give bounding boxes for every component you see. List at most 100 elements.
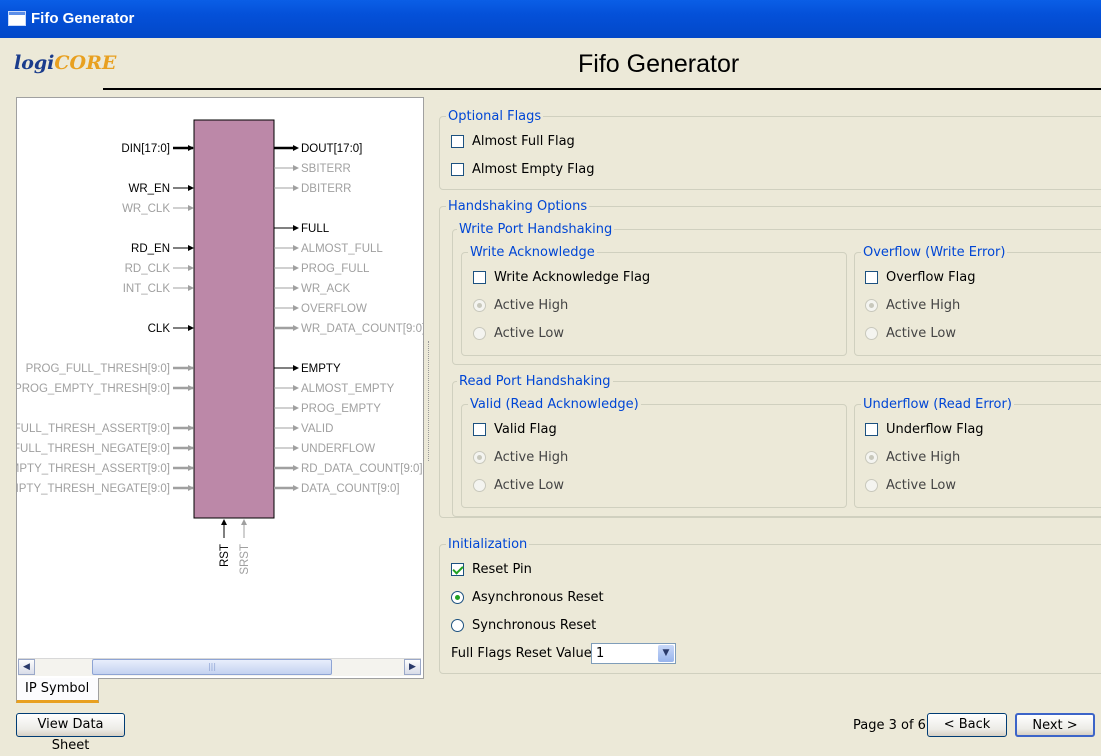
port-arrow-head bbox=[293, 405, 299, 411]
optional-flags-group bbox=[439, 116, 1101, 190]
page-title: Fifo Generator bbox=[578, 50, 740, 78]
output-port-label: SBITERR bbox=[301, 163, 351, 175]
checkbox-box[interactable] bbox=[451, 163, 464, 176]
checkbox-box[interactable] bbox=[473, 423, 486, 436]
async-reset-radio[interactable]: Asynchronous Reset bbox=[451, 590, 604, 606]
port-arrow-head bbox=[293, 165, 299, 171]
overflow-active-low-radio[interactable]: Active Low bbox=[865, 326, 956, 342]
port-arrow-head bbox=[221, 519, 227, 525]
input-port-label: PROG_FULL_THRESH_NEGATE[9:0] bbox=[17, 443, 170, 455]
checkbox-box[interactable] bbox=[451, 135, 464, 148]
input-port-label: INT_CLK bbox=[123, 283, 171, 295]
output-port-label: ALMOST_FULL bbox=[301, 243, 383, 255]
almost-empty-label: Almost Empty Flag bbox=[472, 162, 595, 177]
underflow-active-high-radio[interactable]: Active High bbox=[865, 450, 960, 466]
output-port-label: DBITERR bbox=[301, 183, 351, 195]
ip-symbol-panel: DIN[17:0] WR_EN WR_CLK RD_EN RD_CLK INT_CLK CL… bbox=[16, 97, 424, 679]
view-datasheet-button[interactable]: View Data Sheet bbox=[16, 713, 125, 753]
write-ack-checkbox[interactable]: Write Acknowledge Flag bbox=[473, 270, 650, 286]
radio-dot[interactable] bbox=[865, 479, 878, 492]
underflow-active-low-radio[interactable]: Active Low bbox=[865, 478, 956, 494]
handshaking-title: Handshaking Options bbox=[446, 199, 590, 214]
input-port-label: PROG_FULL_THRESH[9:0] bbox=[26, 363, 170, 375]
port-arrow-head bbox=[188, 385, 194, 391]
title-bar: Fifo Generator bbox=[0, 0, 1101, 38]
port-arrow-head bbox=[293, 305, 299, 311]
port-arrow-head bbox=[293, 325, 299, 331]
port-arrow-head bbox=[293, 145, 299, 151]
chevron-down-icon[interactable]: ▼ bbox=[658, 645, 674, 662]
symbol-horizontal-scrollbar[interactable]: ◀ ||| ▶ bbox=[18, 658, 421, 676]
sync-reset-radio[interactable]: Synchronous Reset bbox=[451, 618, 596, 634]
next-button[interactable]: Next > bbox=[1015, 713, 1095, 737]
radio-dot[interactable] bbox=[865, 327, 878, 340]
radio-dot[interactable] bbox=[473, 479, 486, 492]
radio-dot[interactable] bbox=[473, 327, 486, 340]
active-low-label: Active Low bbox=[886, 478, 956, 493]
radio-dot[interactable] bbox=[865, 299, 878, 312]
overflow-checkbox[interactable]: Overflow Flag bbox=[865, 270, 975, 286]
radio-dot[interactable] bbox=[473, 299, 486, 312]
panel-splitter[interactable] bbox=[423, 341, 429, 461]
full-flags-reset-value: 1 bbox=[596, 646, 605, 661]
port-arrow-head bbox=[293, 425, 299, 431]
port-arrow-head bbox=[188, 185, 194, 191]
almost-empty-checkbox[interactable]: Almost Empty Flag bbox=[451, 162, 594, 178]
output-port-label: UNDERFLOW bbox=[301, 443, 375, 455]
port-arrow-head bbox=[188, 325, 194, 331]
output-port-label: RD_DATA_COUNT[9:0] bbox=[301, 463, 423, 475]
scroll-thumb[interactable]: ||| bbox=[92, 659, 332, 675]
write-ack-active-high-radio[interactable]: Active High bbox=[473, 298, 568, 314]
radio-dot[interactable] bbox=[473, 451, 486, 464]
input-port-label: PROG_EMPTY_THRESH[9:0] bbox=[17, 383, 170, 395]
sync-reset-label: Synchronous Reset bbox=[472, 618, 597, 633]
port-arrow-head bbox=[293, 225, 299, 231]
radio-dot[interactable] bbox=[451, 619, 464, 632]
port-arrow-head bbox=[188, 265, 194, 271]
port-arrow-head bbox=[293, 385, 299, 391]
output-port-label: PROG_FULL bbox=[301, 263, 370, 275]
write-ack-active-low-radio[interactable]: Active Low bbox=[473, 326, 564, 342]
active-high-label: Active High bbox=[886, 450, 961, 465]
bottom-port-label: RST bbox=[219, 544, 231, 567]
radio-dot[interactable] bbox=[451, 591, 464, 604]
almost-full-checkbox[interactable]: Almost Full Flag bbox=[451, 134, 575, 150]
overflow-active-high-radio[interactable]: Active High bbox=[865, 298, 960, 314]
optional-flags-title: Optional Flags bbox=[446, 109, 544, 124]
output-port-label: FULL bbox=[301, 223, 330, 235]
logicore-logo: logiCORE bbox=[14, 52, 116, 74]
overflow-flag-label: Overflow Flag bbox=[886, 270, 976, 285]
checkbox-box[interactable] bbox=[451, 563, 464, 576]
valid-active-low-radio[interactable]: Active Low bbox=[473, 478, 564, 494]
radio-dot[interactable] bbox=[865, 451, 878, 464]
read-port-title: Read Port Handshaking bbox=[457, 374, 613, 389]
port-arrow-head bbox=[293, 185, 299, 191]
scroll-right-button[interactable]: ▶ bbox=[404, 659, 421, 675]
checkbox-box[interactable] bbox=[865, 423, 878, 436]
valid-active-high-radio[interactable]: Active High bbox=[473, 450, 568, 466]
output-port-label: WR_ACK bbox=[301, 283, 351, 295]
scroll-left-button[interactable]: ◀ bbox=[18, 659, 35, 675]
underflow-flag-label: Underflow Flag bbox=[886, 422, 984, 437]
underflow-checkbox[interactable]: Underflow Flag bbox=[865, 422, 984, 438]
port-arrow-head bbox=[188, 425, 194, 431]
full-flags-reset-select[interactable]: 1 ▼ bbox=[591, 643, 676, 664]
active-high-label: Active High bbox=[494, 450, 569, 465]
port-arrow-head bbox=[241, 519, 247, 525]
port-arrow-head bbox=[293, 265, 299, 271]
input-port-label: RD_EN bbox=[131, 243, 170, 255]
reset-pin-checkbox[interactable]: Reset Pin bbox=[451, 562, 532, 578]
write-port-title: Write Port Handshaking bbox=[457, 222, 615, 237]
active-high-label: Active High bbox=[886, 298, 961, 313]
window-icon bbox=[8, 11, 26, 26]
back-button[interactable]: < Back bbox=[927, 713, 1007, 737]
header-divider bbox=[103, 88, 1101, 90]
checkbox-box[interactable] bbox=[865, 271, 878, 284]
overflow-title: Overflow (Write Error) bbox=[861, 245, 1008, 260]
valid-checkbox[interactable]: Valid Flag bbox=[473, 422, 557, 438]
checkbox-box[interactable] bbox=[473, 271, 486, 284]
valid-flag-label: Valid Flag bbox=[494, 422, 557, 437]
fifo-block bbox=[193, 119, 275, 519]
tab-ip-symbol[interactable]: IP Symbol bbox=[16, 678, 99, 703]
input-port-label: PROG_EMPTY_THRESH_ASSERT[9:0] bbox=[17, 463, 170, 475]
